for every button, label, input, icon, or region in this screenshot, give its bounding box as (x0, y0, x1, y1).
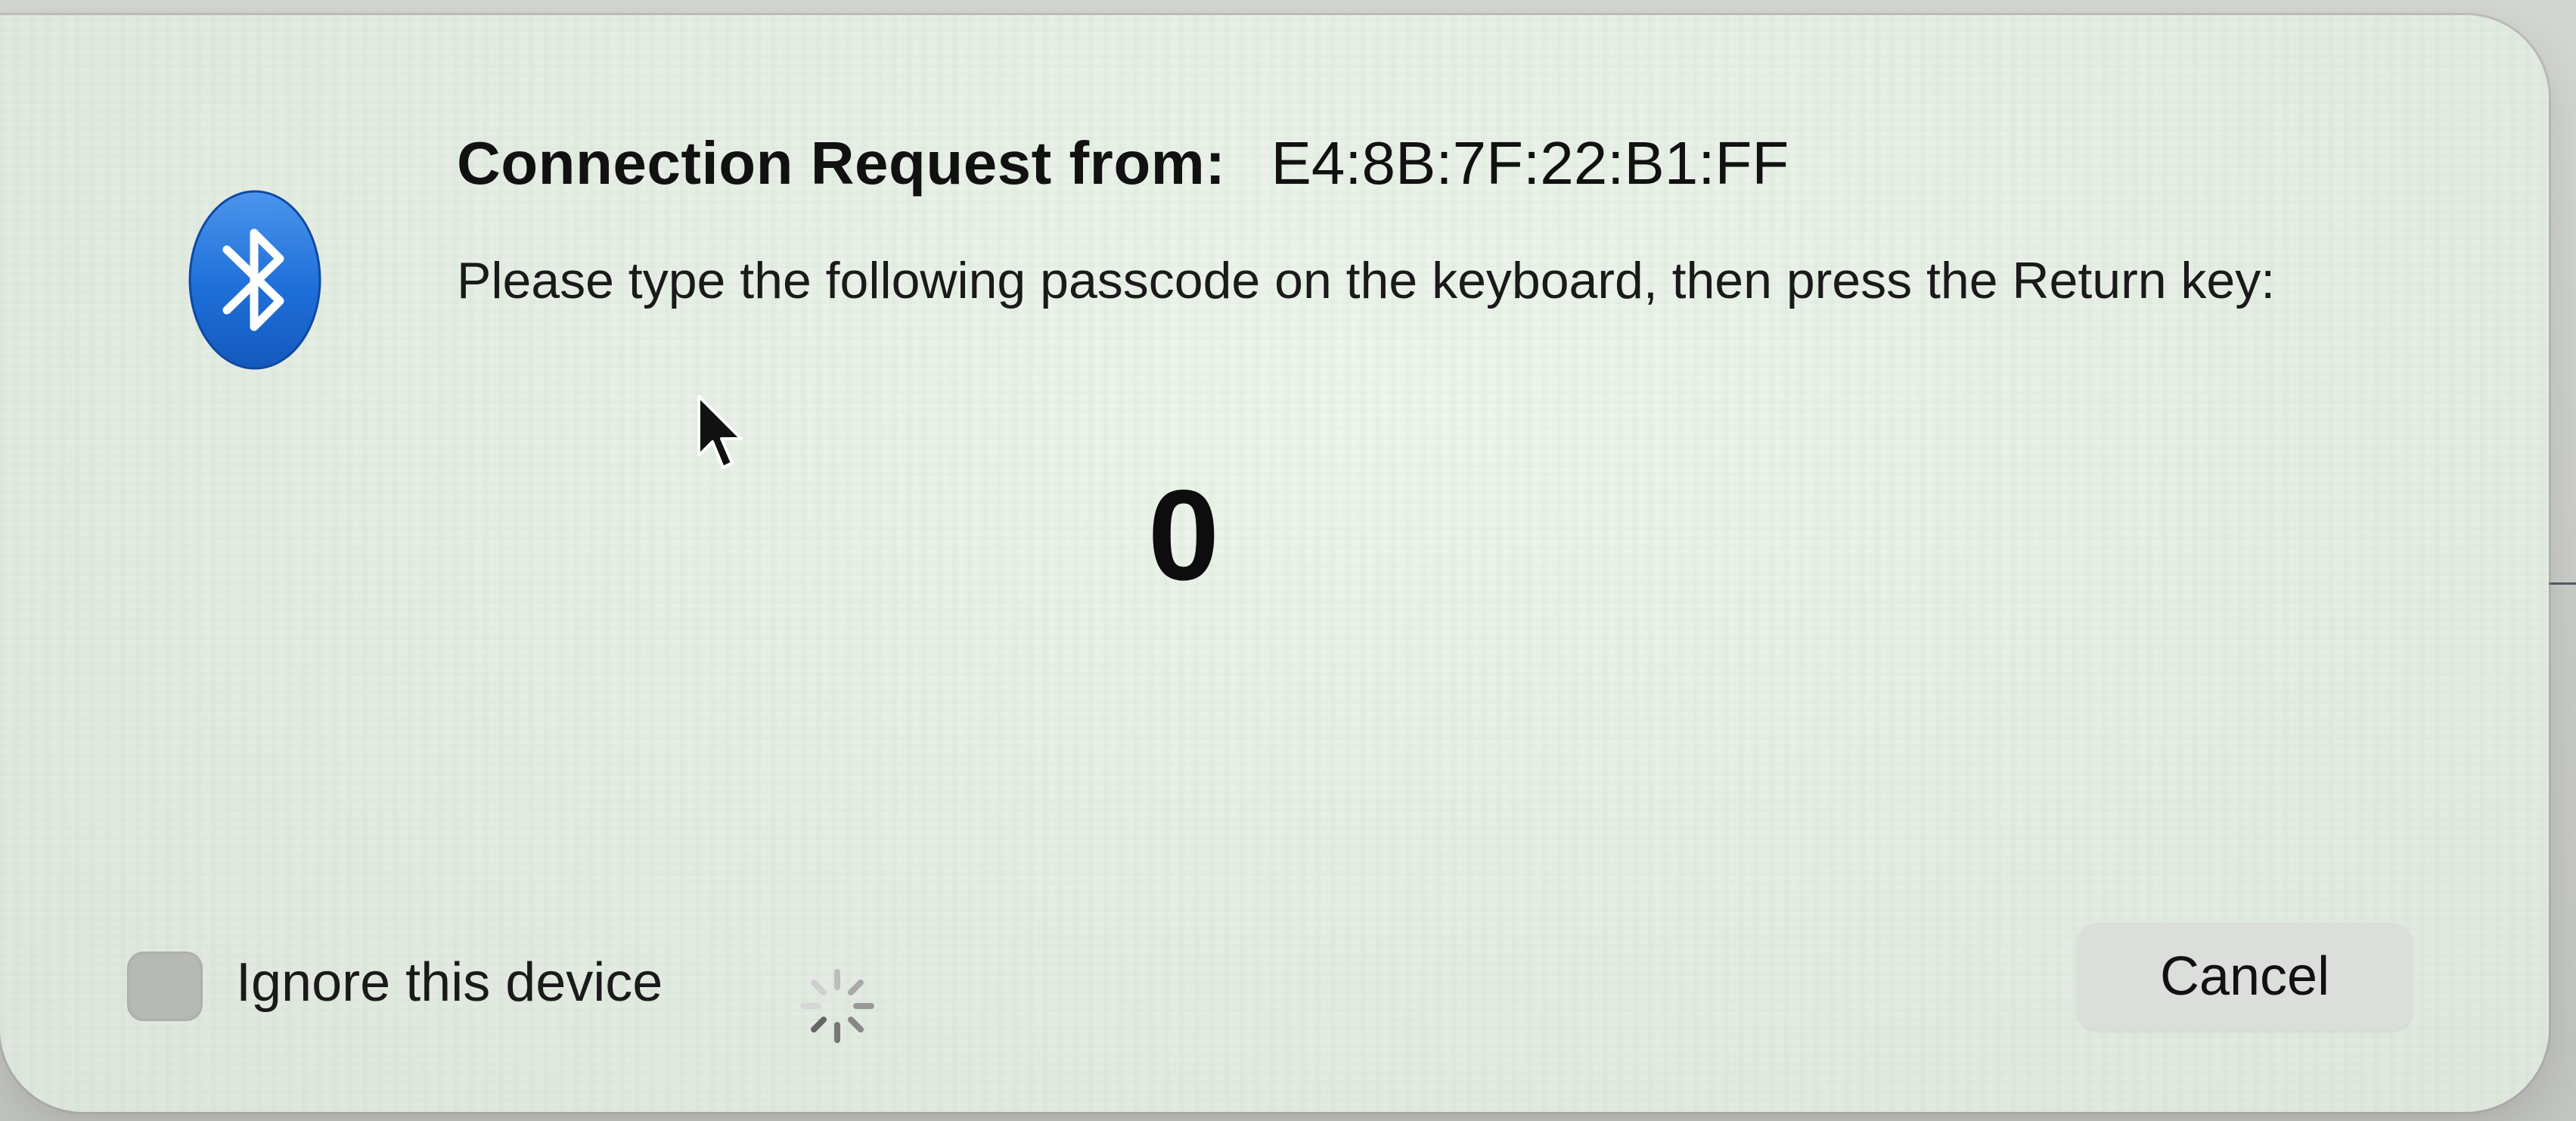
loading-spinner-icon (800, 969, 874, 1043)
device-address: E4:8B:7F:22:B1:FF (1271, 129, 1789, 197)
cancel-button-label: Cancel (2159, 946, 2330, 1007)
bluetooth-pairing-dialog: Connection Request from: E4:8B:7F:22:B1:F… (0, 15, 2549, 1112)
title-label: Connection Request from: (457, 129, 1226, 197)
passcode-display: 0 (1147, 464, 1220, 607)
dialog-title: Connection Request from: E4:8B:7F:22:B1:F… (457, 129, 1789, 198)
background-divider (2549, 582, 2576, 585)
bluetooth-icon (188, 190, 321, 370)
mouse-pointer-icon (697, 395, 743, 469)
ignore-device-label[interactable]: Ignore this device (236, 952, 663, 1014)
cancel-button[interactable]: Cancel (2077, 923, 2413, 1030)
instruction-message: Please type the following passcode on th… (457, 252, 2276, 309)
ignore-device-checkbox[interactable] (127, 952, 203, 1021)
